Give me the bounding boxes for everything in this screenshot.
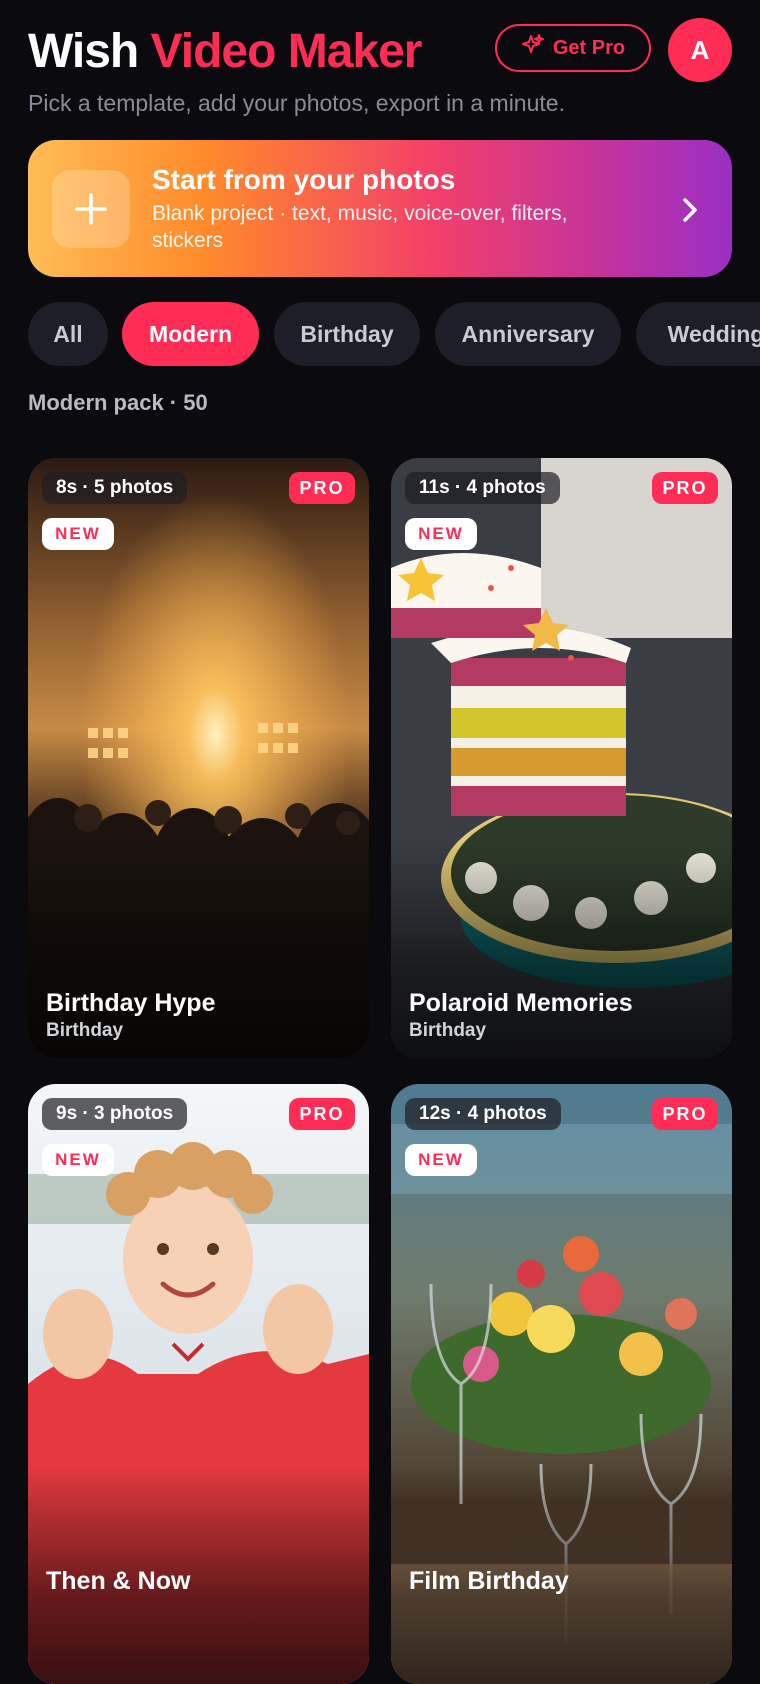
pro-badge: PRO: [652, 1098, 718, 1130]
template-card[interactable]: 11s · 4 photos PRO NEW Polaroid Memories…: [391, 458, 732, 1058]
category-chips: All Modern Birthday Anniversary Wedding: [28, 302, 760, 366]
get-pro-button[interactable]: Get Pro: [495, 24, 651, 72]
header: Wish Video Maker Get Pro A: [28, 18, 732, 100]
new-badge: NEW: [42, 518, 114, 550]
banner-title: Start from your photos: [152, 164, 456, 195]
chevron-right-icon: [678, 196, 702, 229]
template-name: Film Birthday: [409, 1567, 569, 1595]
duration-pill: 12s · 4 photos: [405, 1098, 561, 1130]
template-card[interactable]: 12s · 4 photos PRO NEW Film Birthday: [391, 1084, 732, 1684]
start-from-photos-banner[interactable]: Start from your photos Blank project · t…: [28, 140, 732, 277]
pro-badge: PRO: [652, 472, 718, 504]
template-card[interactable]: 9s · 3 photos PRO NEW Then & Now: [28, 1084, 369, 1684]
template-category: Birthday: [46, 1020, 124, 1041]
pro-badge: PRO: [289, 1098, 355, 1130]
chip-anniversary[interactable]: Anniversary: [435, 302, 621, 366]
chip-all[interactable]: All: [28, 302, 108, 366]
plus-icon: [52, 170, 130, 248]
app-title: Wish Video Maker: [28, 25, 423, 78]
new-badge: NEW: [42, 1144, 114, 1176]
new-badge: NEW: [405, 518, 477, 550]
pack-label: Modern pack · 50: [28, 390, 208, 415]
template-name: Then & Now: [46, 1567, 191, 1595]
pro-badge: PRO: [289, 472, 355, 504]
duration-pill: 8s · 5 photos: [42, 472, 188, 504]
app-title-accent: Video Maker: [150, 25, 423, 78]
template-name: Polaroid Memories: [409, 989, 633, 1017]
template-category: Birthday: [409, 1020, 487, 1041]
app-title-main: Wish: [28, 25, 139, 78]
template-name: Birthday Hype: [46, 989, 216, 1017]
duration-pill: 9s · 3 photos: [42, 1098, 188, 1130]
chip-birthday[interactable]: Birthday: [274, 302, 420, 366]
banner-description: Blank project · text, music, voice-over,…: [152, 202, 568, 252]
subtitle: Pick a template, add your photos, export…: [28, 90, 565, 116]
avatar[interactable]: A: [668, 18, 732, 82]
template-card[interactable]: 8s · 5 photos PRO NEW Birthday Hype Birt…: [28, 458, 369, 1058]
get-pro-label: Get Pro: [552, 36, 626, 59]
new-badge: NEW: [405, 1144, 477, 1176]
duration-pill: 11s · 4 photos: [405, 472, 560, 504]
chip-modern[interactable]: Modern: [122, 302, 259, 366]
chip-wedding[interactable]: Wedding: [636, 302, 760, 366]
sparkle-icon: [521, 33, 545, 63]
